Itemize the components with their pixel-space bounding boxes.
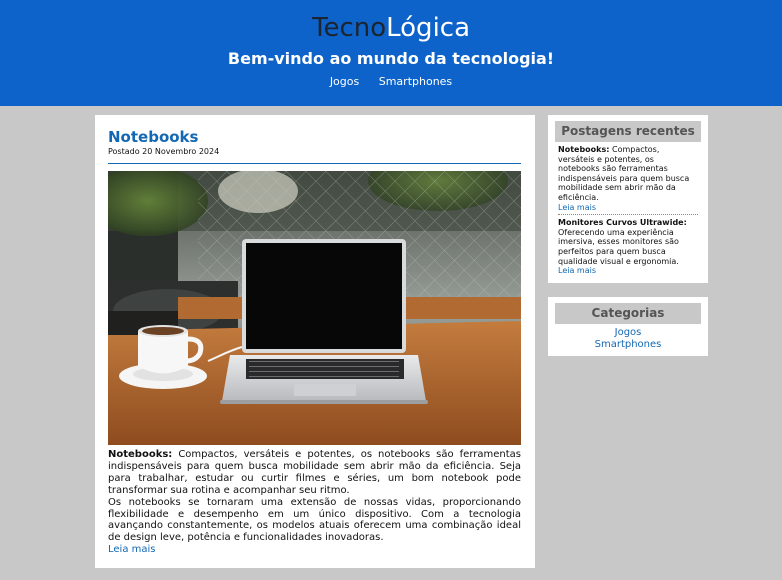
recent-post-label: Monitores Curvos Ultrawide:: [558, 218, 687, 228]
site-header: TecnoLógica Bem-vindo ao mundo da tecnol…: [0, 0, 782, 106]
post-body: Notebooks: Compactos, versáteis e potent…: [108, 449, 521, 556]
categories-list: Jogos Smartphones: [548, 327, 708, 351]
post-card: Notebooks Postado 20 Novembro 2024 Noteb…: [95, 115, 535, 568]
post-title[interactable]: Notebooks: [108, 128, 198, 146]
laptop-and-coffee-photo: [108, 171, 521, 445]
recent-posts-widget: Postagens recentes Notebooks: Compactos,…: [548, 115, 708, 283]
post-read-more-link[interactable]: Leia mais: [108, 544, 156, 555]
recent-post-item: Notebooks: Compactos, versáteis e potent…: [558, 142, 698, 214]
categories-title: Categorias: [555, 303, 701, 324]
categories-widget: Categorias Jogos Smartphones: [548, 297, 708, 356]
site-logo[interactable]: TecnoLógica: [0, 12, 782, 44]
nav-link-jogos[interactable]: Jogos: [330, 75, 359, 88]
recent-post-read-more-link[interactable]: Leia mais: [558, 266, 596, 275]
top-nav: Jogos Smartphones: [0, 75, 782, 89]
site-tagline: Bem-vindo ao mundo da tecnologia!: [227, 49, 555, 68]
recent-posts-title: Postagens recentes: [555, 121, 701, 142]
post-paragraph-2: Os notebooks se tornaram uma extensão de…: [108, 496, 521, 544]
post-date: Postado 20 Novembro 2024: [108, 147, 220, 156]
category-link-smartphones[interactable]: Smartphones: [548, 339, 708, 351]
recent-post-text: Oferecendo uma experiência imersiva, ess…: [558, 227, 679, 266]
category-link-jogos[interactable]: Jogos: [548, 327, 708, 339]
logo-part-logica: Lógica: [386, 13, 471, 43]
recent-post-read-more-link[interactable]: Leia mais: [558, 203, 596, 212]
post-lead-label: Notebooks:: [108, 449, 173, 460]
nav-link-smartphones[interactable]: Smartphones: [379, 75, 452, 88]
recent-post-label: Notebooks:: [558, 145, 610, 154]
logo-part-tecno: Tecno: [311, 13, 387, 43]
post-divider: [108, 163, 521, 164]
recent-post-item: Monitores Curvos Ultrawide: Oferecendo u…: [558, 214, 698, 278]
post-paragraph-1: Notebooks: Compactos, versáteis e potent…: [108, 449, 521, 497]
